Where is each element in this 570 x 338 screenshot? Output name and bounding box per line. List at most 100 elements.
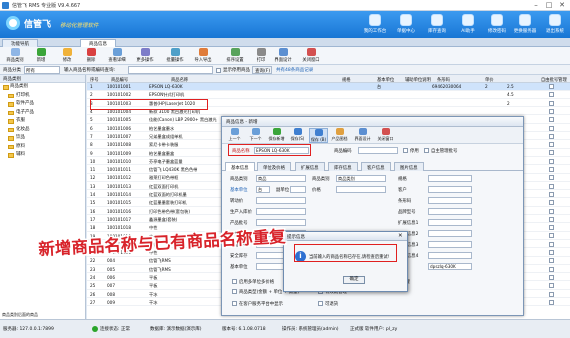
tab-basic[interactable]: 基本信息 xyxy=(225,162,255,171)
price-input[interactable] xyxy=(256,197,306,204)
row-batch-checkbox[interactable] xyxy=(549,84,554,89)
category-button[interactable]: 商品类别 xyxy=(4,48,26,64)
product-type-checkbox[interactable] xyxy=(232,289,237,294)
change-server-button[interactable]: 更换服务器 xyxy=(512,12,538,38)
row-batch-checkbox[interactable] xyxy=(549,158,554,164)
view-detail-button[interactable]: 查看详细 xyxy=(106,48,128,64)
ext2-input[interactable] xyxy=(428,230,472,237)
row-batch-checkbox[interactable] xyxy=(549,241,554,247)
origin-input[interactable] xyxy=(256,208,306,215)
product-image-button[interactable]: 产品图档 xyxy=(330,128,349,143)
stop-checkbox[interactable] xyxy=(403,148,408,153)
category2-select[interactable]: 商品类别 xyxy=(336,175,386,182)
serial-input[interactable]: dpszlq-630K xyxy=(428,263,472,270)
row-batch-checkbox[interactable] xyxy=(549,274,554,280)
next-button[interactable]: 下一个 xyxy=(246,128,265,143)
tab-extend[interactable]: 扩展信息 xyxy=(295,162,325,171)
tree-item-printer[interactable]: 打印机 xyxy=(0,92,85,101)
import-export-button[interactable]: 导入导出 xyxy=(192,48,214,64)
row-batch-checkbox[interactable] xyxy=(549,299,554,305)
row-batch-checkbox[interactable] xyxy=(549,233,554,239)
exit-button[interactable]: 退出系统 xyxy=(542,12,568,38)
delete-button[interactable]: 删除 xyxy=(80,48,102,64)
row-batch-checkbox[interactable] xyxy=(549,125,554,131)
row-batch-checkbox[interactable] xyxy=(549,283,554,289)
tab-stock[interactable]: 库存信息 xyxy=(328,162,358,171)
row-batch-checkbox[interactable] xyxy=(549,150,554,156)
doc-center-button[interactable]: 单据中心 xyxy=(393,12,419,38)
tree-item-cosmetics[interactable]: 化妆品 xyxy=(0,126,85,135)
category-select[interactable]: 商品 xyxy=(256,175,306,182)
brand-input[interactable] xyxy=(428,208,472,215)
show-platform-checkbox[interactable] xyxy=(232,301,237,306)
tree-item-accessory[interactable]: 辅料 xyxy=(0,151,85,160)
returnable-checkbox[interactable] xyxy=(318,301,323,306)
alert-ok-button[interactable]: 确定 xyxy=(343,276,365,284)
maximize-icon[interactable]: □ xyxy=(543,1,555,10)
tab-units[interactable]: 单位及价格 xyxy=(257,162,291,171)
row-batch-checkbox[interactable] xyxy=(549,225,554,231)
edit-button[interactable]: 修改 xyxy=(56,48,78,64)
tab-customer[interactable]: 客户信息 xyxy=(361,162,391,171)
dialog-close-button[interactable]: 关闭窗口 xyxy=(376,128,395,143)
row-batch-checkbox[interactable] xyxy=(549,291,554,297)
tab-navigation[interactable]: 功能导航 xyxy=(2,39,38,47)
stock-query-button[interactable]: 库存查询 xyxy=(424,12,450,38)
save-b-button[interactable]: 保存 (B) xyxy=(309,128,328,143)
multi-unit-checkbox[interactable] xyxy=(232,279,237,284)
row-batch-checkbox[interactable] xyxy=(549,175,554,181)
row-batch-checkbox[interactable] xyxy=(549,117,554,123)
show-disabled-checkbox[interactable] xyxy=(216,67,221,73)
save-button[interactable]: 保存(S) xyxy=(288,128,307,143)
prev-button[interactable]: 上一个 xyxy=(225,128,244,143)
close-icon[interactable]: ✕ xyxy=(556,1,568,10)
tab-product-info[interactable]: 商品信息 xyxy=(80,39,116,47)
barcode-input[interactable] xyxy=(428,197,472,204)
add-button[interactable]: 新增 xyxy=(30,48,52,64)
row-batch-checkbox[interactable] xyxy=(549,266,554,272)
row-batch-checkbox[interactable] xyxy=(549,167,554,172)
row-batch-checkbox[interactable] xyxy=(549,200,554,206)
ai-assistant-button[interactable]: AI助手 xyxy=(455,12,481,38)
dialog-design-button[interactable]: 界面设计 xyxy=(353,128,372,143)
tab-image[interactable]: 图片信息 xyxy=(394,162,424,171)
query-button[interactable]: 查询(F) xyxy=(252,66,272,74)
row-batch-checkbox[interactable] xyxy=(549,100,554,106)
customer-input[interactable] xyxy=(428,186,472,193)
more-actions-button[interactable]: 更多操作 xyxy=(134,48,156,64)
tree-root[interactable]: 商品类别 xyxy=(0,83,85,92)
change-password-button[interactable]: 修改密码 xyxy=(484,12,510,38)
row-batch-checkbox[interactable] xyxy=(549,258,554,264)
search-input[interactable] xyxy=(128,66,213,74)
tree-item-drinks[interactable]: 饮品 xyxy=(0,134,85,143)
save-new-button[interactable]: 保存新增 xyxy=(267,128,286,143)
sort-settings-button[interactable]: 排序设置 xyxy=(224,48,246,64)
row-batch-checkbox[interactable] xyxy=(549,92,554,98)
unit-select[interactable]: 台 xyxy=(256,186,270,193)
ext3-input[interactable] xyxy=(428,241,472,248)
layout-design-button[interactable]: 界面设计 xyxy=(272,48,294,64)
batch-checkbox[interactable] xyxy=(424,148,429,153)
table-row[interactable]: 1 100101001 EPSON LQ-630K 台 69462030064 2 2.5 xyxy=(87,83,570,91)
row-batch-checkbox[interactable] xyxy=(549,108,554,114)
tree-item-material[interactable]: 原料 xyxy=(0,143,85,152)
show-sub-option[interactable]: 商品类别后面的商品 xyxy=(0,312,86,318)
tree-item-electronics[interactable]: 电子产品 xyxy=(0,109,85,118)
row-batch-checkbox[interactable] xyxy=(549,191,554,197)
price-type-input[interactable] xyxy=(336,186,386,193)
ext4-input[interactable] xyxy=(428,252,472,259)
ext1-input[interactable] xyxy=(428,219,472,226)
tree-item-software[interactable]: 软件产品 xyxy=(0,100,85,109)
row-batch-checkbox[interactable] xyxy=(549,142,554,148)
table-row[interactable]: 2 100101002 EPSON针式打印机 4.5 xyxy=(87,91,570,99)
row-batch-checkbox[interactable] xyxy=(549,208,554,214)
alert-close-icon[interactable]: ✕ xyxy=(398,233,403,239)
row-batch-checkbox[interactable] xyxy=(549,250,554,255)
spec-input[interactable] xyxy=(428,175,472,182)
minimize-icon[interactable]: – xyxy=(530,1,542,10)
category-filter-select[interactable]: 所有 xyxy=(24,66,60,74)
tree-item-clothes[interactable]: 衣服 xyxy=(0,117,85,126)
product-code-input[interactable] xyxy=(358,147,398,154)
aux-unit-select[interactable] xyxy=(290,186,306,193)
row-batch-checkbox[interactable] xyxy=(549,183,554,189)
